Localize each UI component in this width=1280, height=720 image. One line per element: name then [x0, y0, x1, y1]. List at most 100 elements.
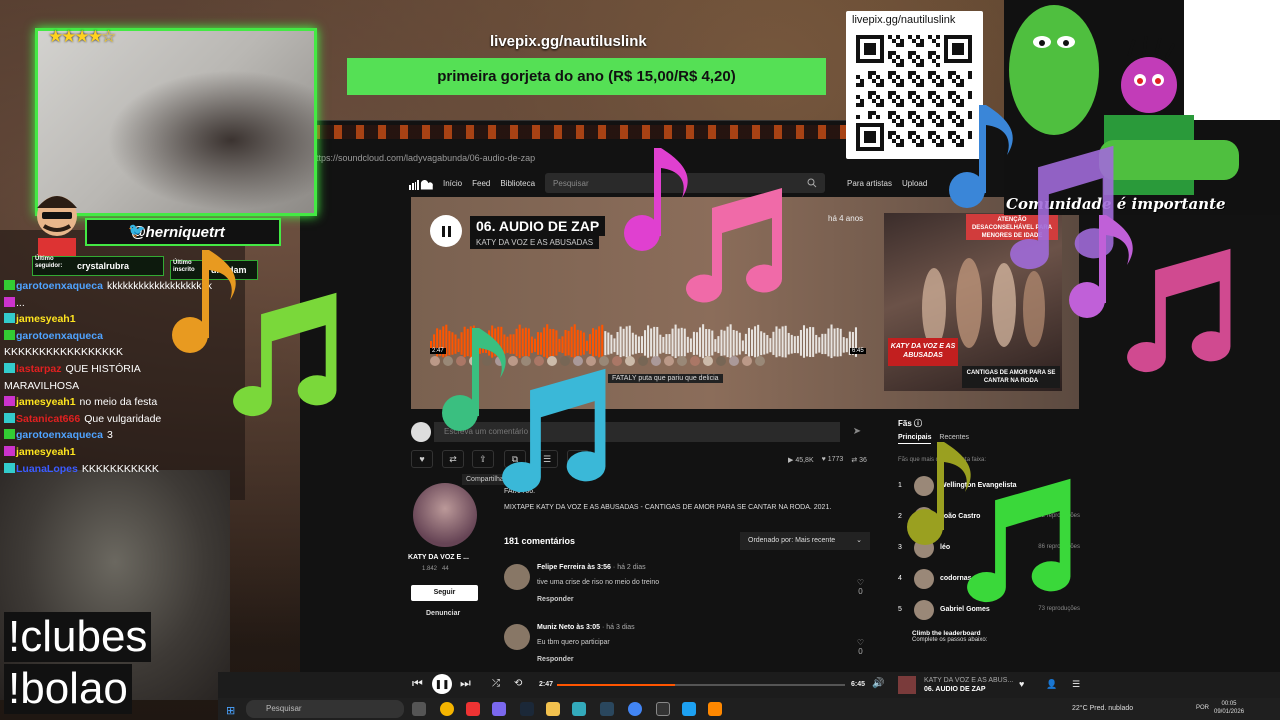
comment-marker-avatar[interactable]: [742, 356, 752, 366]
chrome-icon[interactable]: [628, 702, 642, 716]
player-time-total: 6:45: [851, 681, 866, 688]
comment-marker-avatar[interactable]: [729, 356, 739, 366]
leaderboard-promo[interactable]: Climb the leaderboard Complete os passos…: [912, 630, 1072, 656]
comment-marker-avatar[interactable]: [690, 356, 700, 366]
taskbar-search[interactable]: Pesquisar: [246, 700, 404, 718]
waveform-bar: [570, 326, 573, 358]
sort-dropdown[interactable]: Ordenado por: Mais recente ⌄: [740, 532, 870, 550]
waveform-bar: [588, 334, 592, 354]
leaderboard-title: Climb the leaderboard: [912, 630, 981, 637]
waveform-bar: [625, 326, 628, 358]
app-icon[interactable]: [572, 702, 586, 716]
waveform-bar: [699, 327, 702, 357]
for-artists-link[interactable]: Para artistas: [847, 179, 892, 188]
player-like-icon[interactable]: ♥: [1019, 679, 1024, 689]
last-follower-label: Último seguidor:: [35, 256, 63, 269]
waveform-comment-text: puta que pariu que delicia: [638, 375, 719, 382]
artist-name[interactable]: KATY DA VOZ E ...: [408, 554, 469, 561]
taskbar-clock[interactable]: 00:05 09/01/2026: [1214, 700, 1244, 716]
player-pause-button[interactable]: ❚❚: [432, 674, 452, 694]
track-artist[interactable]: KATY DA VOZ E AS ABUSADAS: [470, 236, 600, 249]
repost-button[interactable]: ⇄: [442, 450, 464, 468]
chat-username[interactable]: lastarpaz: [16, 363, 62, 375]
player-title[interactable]: 06. AUDIO DE ZAP: [924, 686, 986, 693]
reply-button[interactable]: Responder: [537, 656, 574, 663]
app-icon[interactable]: [492, 702, 506, 716]
pause-button[interactable]: [430, 215, 462, 247]
follow-button[interactable]: Seguir: [411, 585, 478, 601]
brave-icon[interactable]: [466, 702, 480, 716]
report-link[interactable]: Denunciar: [426, 610, 460, 617]
chat-username[interactable]: garotoenxaqueca: [16, 330, 103, 342]
comment-item: Muniz Neto às 3:05 · há 3 dias Eu tbm qu…: [504, 624, 870, 670]
comment-marker-avatar[interactable]: [638, 356, 648, 366]
next-icon[interactable]: ⏭: [460, 676, 471, 691]
comment-marker-avatar[interactable]: [716, 356, 726, 366]
player-cover[interactable]: [898, 676, 916, 694]
nav-home-link[interactable]: Início: [443, 179, 462, 188]
comment-marker-avatar[interactable]: [625, 356, 635, 366]
player-progress-fill: [557, 684, 676, 686]
waveform-bar: [546, 324, 549, 359]
shuffle-icon[interactable]: ⤮: [492, 678, 500, 689]
windows-start-icon[interactable]: ⊞: [226, 704, 235, 717]
waveform-bar: [537, 332, 540, 355]
previous-icon[interactable]: ⏮: [412, 676, 423, 691]
waveform-bar: [729, 324, 732, 359]
comment-avatar[interactable]: [504, 624, 530, 650]
waveform-bar: [555, 330, 558, 356]
waveform-bar: [717, 336, 720, 354]
share-button[interactable]: ⇪: [472, 450, 494, 468]
chat-username[interactable]: garotoenxaqueca: [16, 429, 103, 441]
chat-username[interactable]: jamesyeah1: [16, 446, 76, 458]
comment-author[interactable]: Muniz Neto às 3:05 · há 3 dias: [537, 624, 635, 631]
comment-avatar[interactable]: [504, 564, 530, 590]
comment-marker-avatar[interactable]: [755, 356, 765, 366]
app-icon[interactable]: [682, 702, 696, 716]
player-artist[interactable]: KATY DA VOZ E AS ABUS...: [924, 677, 1013, 684]
obs-icon[interactable]: [656, 702, 670, 716]
queue-icon[interactable]: ☰: [1072, 679, 1080, 690]
steam-icon[interactable]: [520, 702, 534, 716]
chat-username[interactable]: jamesyeah1: [16, 313, 76, 325]
waveform-bar: [766, 335, 769, 354]
nav-library-link[interactable]: Biblioteca: [500, 179, 535, 188]
comment-marker-avatar[interactable]: [651, 356, 661, 366]
comment-marker-avatar[interactable]: [664, 356, 674, 366]
volume-icon[interactable]: 🔊: [872, 678, 884, 689]
chat-username[interactable]: garotoenxaqueca: [16, 280, 103, 292]
taskbar-weather[interactable]: 22°C Pred. nublado: [1072, 705, 1133, 712]
waveform-bar: [790, 334, 793, 354]
chrome-icon[interactable]: [440, 702, 454, 716]
waveform-bar: [809, 326, 812, 358]
comment-marker-avatar[interactable]: [677, 356, 687, 366]
comment-author[interactable]: Felipe Ferreira às 3:56 · há 2 dias: [537, 564, 646, 571]
taskbar-language[interactable]: POR: [1196, 705, 1209, 711]
send-icon[interactable]: ➤: [846, 422, 868, 442]
follow-user-icon[interactable]: 👤: [1046, 679, 1057, 690]
explorer-icon[interactable]: [546, 702, 560, 716]
info-icon[interactable]: ⓘ: [914, 419, 922, 428]
task-view-icon[interactable]: [412, 702, 426, 716]
artist-avatar[interactable]: [413, 483, 477, 547]
comment-like-button[interactable]: ♡ 0: [857, 638, 864, 656]
waveform-bar: [711, 330, 714, 356]
repeat-icon[interactable]: ⟲: [514, 678, 522, 689]
vlc-icon[interactable]: [708, 702, 722, 716]
comment-marker-avatar[interactable]: [703, 356, 713, 366]
chat-badge-icon: [4, 280, 15, 290]
nav-feed-link[interactable]: Feed: [472, 179, 490, 188]
chat-username[interactable]: Satanicat666: [16, 413, 80, 425]
comments-count: 181 comentários: [504, 536, 576, 546]
reply-button[interactable]: Responder: [537, 596, 574, 603]
waveform-bar: [650, 328, 653, 357]
chat-username[interactable]: jamesyeah1: [16, 396, 76, 408]
steam-icon[interactable]: [600, 702, 614, 716]
address-bar[interactable]: https://soundcloud.com/ladyvagabunda/06-…: [305, 150, 845, 166]
like-button[interactable]: ♥: [411, 450, 433, 468]
upload-link[interactable]: Upload: [902, 179, 927, 188]
soundcloud-logo-icon[interactable]: [405, 176, 433, 190]
chat-username[interactable]: LuanaLopes: [16, 463, 78, 475]
waveform-bar: [549, 328, 552, 357]
comment-like-button[interactable]: ♡ 0: [857, 578, 864, 596]
